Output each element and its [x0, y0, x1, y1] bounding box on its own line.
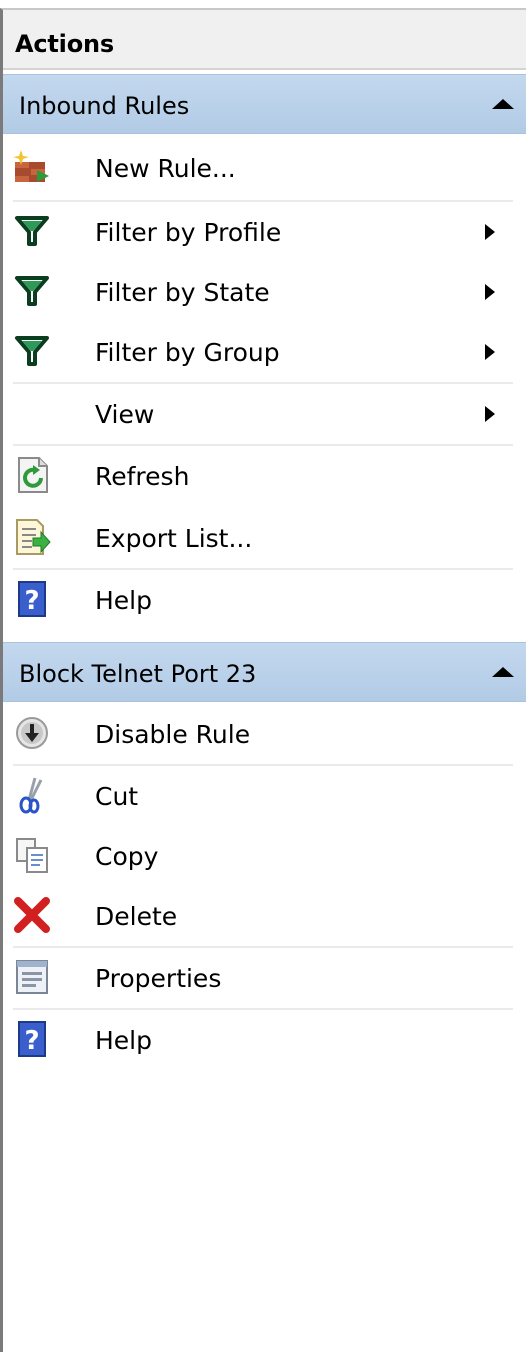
action-label: Filter by Profile: [95, 218, 282, 247]
section-header-inbound-rules[interactable]: Inbound Rules: [3, 74, 526, 134]
filter-icon: [15, 336, 49, 366]
action-label: Properties: [95, 964, 222, 993]
action-label: New Rule...: [95, 154, 236, 183]
submenu-arrow-icon: [485, 224, 495, 240]
action-label: Export List...: [95, 524, 253, 553]
submenu-arrow-icon: [485, 406, 495, 422]
actions-pane: Actions Inbound Rules New Rule... Filter…: [0, 8, 526, 1352]
collapse-caret-icon[interactable]: [492, 667, 514, 677]
filter-icon: [15, 276, 49, 306]
action-label: Help: [95, 586, 152, 615]
action-label: Refresh: [95, 462, 190, 491]
help-icon: ?: [18, 581, 46, 617]
section-title: Inbound Rules: [19, 92, 190, 120]
action-help[interactable]: ? Help: [3, 1010, 526, 1070]
action-disable-rule[interactable]: Disable Rule: [3, 704, 526, 764]
copy-icon: [16, 838, 48, 873]
refresh-icon: [18, 457, 48, 493]
export-list-icon: [16, 519, 51, 555]
action-new-rule[interactable]: New Rule...: [3, 138, 526, 198]
action-copy[interactable]: Copy: [3, 826, 526, 886]
properties-icon: [16, 960, 48, 994]
delete-icon: [14, 897, 50, 933]
action-filter-by-state[interactable]: Filter by State: [3, 262, 526, 322]
action-label: View: [95, 400, 155, 429]
submenu-arrow-icon: [485, 344, 495, 360]
submenu-arrow-icon: [485, 284, 495, 300]
cut-icon: [19, 777, 43, 814]
section-title: Block Telnet Port 23: [19, 660, 257, 688]
section-header-block-telnet-port-23[interactable]: Block Telnet Port 23: [3, 642, 526, 702]
new-rule-icon: [13, 150, 49, 182]
action-refresh[interactable]: Refresh: [3, 446, 526, 506]
action-properties[interactable]: Properties: [3, 948, 526, 1008]
svg-text:?: ?: [24, 586, 39, 616]
action-label: Cut: [95, 782, 139, 811]
help-icon: ?: [18, 1021, 46, 1057]
action-label: Delete: [95, 902, 178, 931]
collapse-caret-icon[interactable]: [492, 99, 514, 109]
action-label: Help: [95, 1026, 152, 1055]
filter-icon: [15, 216, 49, 246]
action-label: Filter by State: [95, 278, 270, 307]
action-cut[interactable]: Cut: [3, 766, 526, 826]
pane-title-text: Actions: [15, 30, 114, 58]
action-label: Copy: [95, 842, 159, 871]
disable-rule-icon: [16, 717, 48, 749]
actions-pane-title: Actions: [3, 10, 526, 70]
action-label: Disable Rule: [95, 720, 251, 749]
action-label: Filter by Group: [95, 338, 280, 367]
action-delete[interactable]: Delete: [3, 886, 526, 946]
action-help[interactable]: ? Help: [3, 570, 526, 630]
action-filter-by-profile[interactable]: Filter by Profile: [3, 202, 526, 262]
action-export-list[interactable]: Export List...: [3, 508, 526, 568]
action-filter-by-group[interactable]: Filter by Group: [3, 322, 526, 382]
action-view[interactable]: View: [3, 384, 526, 444]
svg-text:?: ?: [24, 1026, 39, 1056]
